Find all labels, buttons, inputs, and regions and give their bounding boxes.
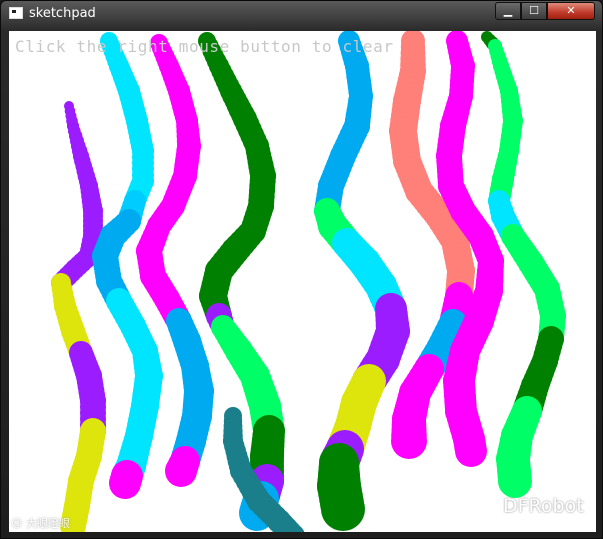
sketchpad-window: sketchpad ▁ ☐ ✕ Click the right mouse bu…: [0, 0, 603, 539]
brush-stroke: [314, 31, 373, 224]
brush-stroke: [100, 32, 154, 212]
brush-stroke: [109, 460, 143, 499]
brush-stroke: [496, 396, 542, 498]
drawing-canvas[interactable]: Click the right mouse button to clear ☺ …: [9, 31, 596, 532]
stroke-layer: [51, 31, 566, 532]
window-title: sketchpad: [29, 6, 96, 21]
wechat-icon: [466, 496, 493, 516]
brush-stroke: [488, 39, 523, 212]
close-button[interactable]: ✕: [547, 2, 595, 20]
watermark-left: ☺ 大眼瞪眼: [11, 517, 70, 530]
brush-stroke: [106, 288, 163, 492]
maximize-button[interactable]: ☐: [521, 2, 547, 20]
brush-stroke: [391, 354, 444, 459]
brush-stroke: [317, 443, 365, 531]
watermark-dfrobot: DFRobot: [465, 495, 584, 517]
minimize-button[interactable]: ▁: [495, 2, 521, 20]
brush-stroke: [198, 32, 276, 329]
app-icon: [9, 7, 23, 19]
brush-stroke: [165, 446, 200, 487]
watermark-dfrobot-text: DFRobot: [503, 495, 584, 517]
title-bar[interactable]: sketchpad ▁ ☐ ✕: [1, 1, 603, 29]
clear-hint-text: Click the right mouse button to clear: [15, 37, 394, 56]
